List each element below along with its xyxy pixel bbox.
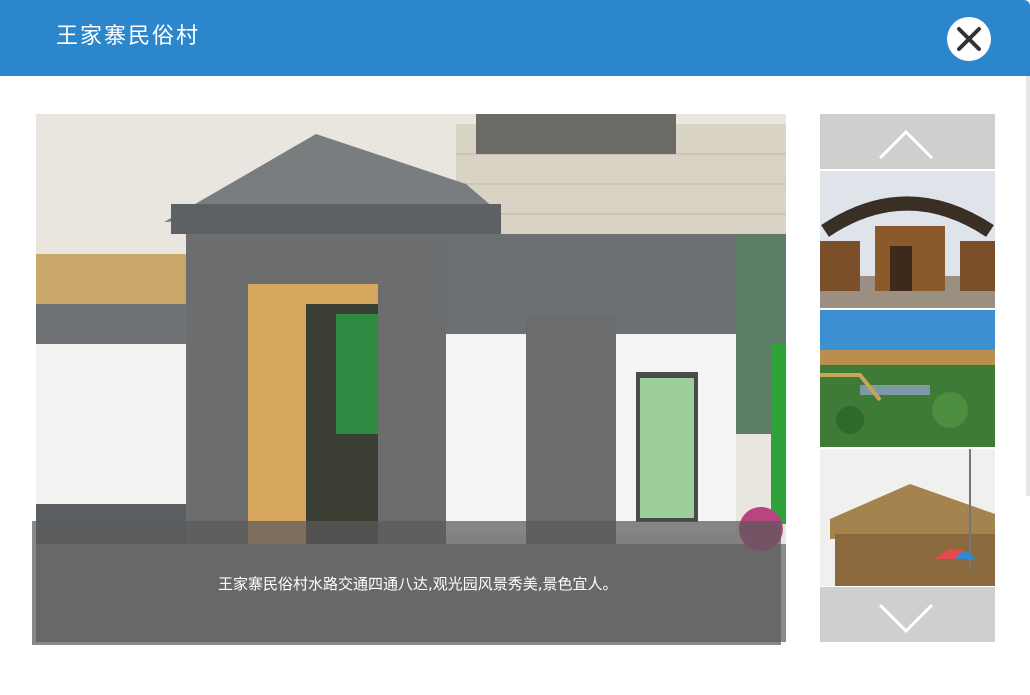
thumbnail-strip	[820, 114, 995, 642]
modal-header: 王家寨民俗村	[0, 0, 1030, 76]
scroll-down-button[interactable]	[820, 587, 995, 642]
close-icon	[957, 27, 981, 51]
chevron-down-icon	[878, 603, 934, 634]
gallery-modal: 王家寨民俗村 王家寨民俗村水路交通四通八达,观光园风景秀美,景色宜人。	[0, 0, 1030, 695]
modal-title: 王家寨民俗村	[56, 24, 201, 49]
thumbnail-lotus-pond[interactable]	[820, 310, 995, 447]
modal-edge	[1026, 76, 1030, 496]
chevron-up-icon	[878, 129, 934, 160]
thumbnail-thatched-house[interactable]	[820, 449, 995, 586]
scroll-up-button[interactable]	[820, 114, 995, 169]
photo-caption: 王家寨民俗村水路交通四通八达,观光园风景秀美,景色宜人。	[218, 575, 618, 593]
thumbnail-park-gate[interactable]	[820, 171, 995, 308]
close-button[interactable]	[947, 17, 991, 61]
